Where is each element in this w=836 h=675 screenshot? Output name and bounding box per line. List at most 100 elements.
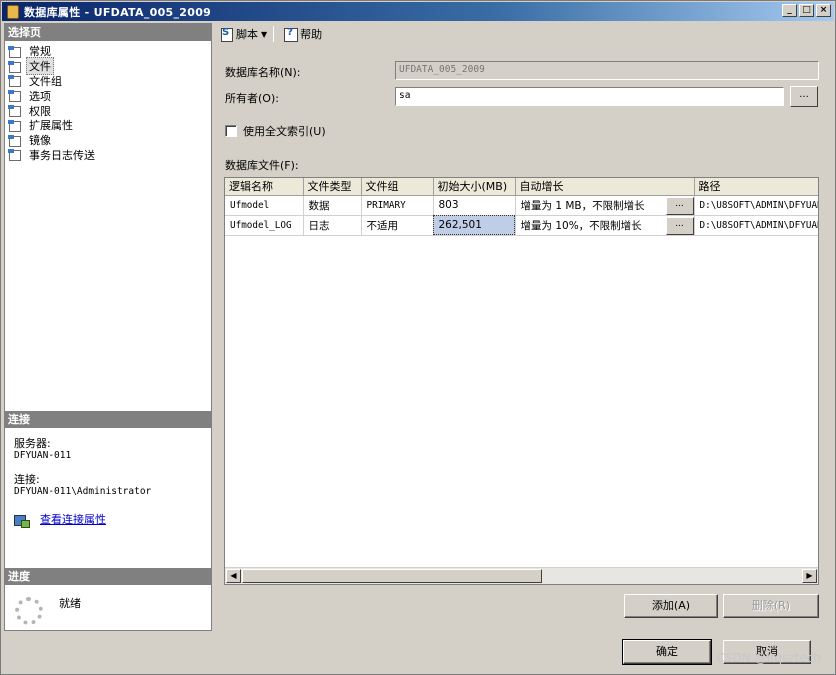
- page-label: 选项: [29, 89, 51, 103]
- page-item-log-shipping[interactable]: 事务日志传送: [8, 148, 211, 163]
- cell-autogrowth[interactable]: 增量为 1 MB，不限制增长 ...: [515, 195, 695, 216]
- horizontal-scrollbar[interactable]: ◀ ▶: [225, 567, 818, 584]
- page-icon: [8, 134, 21, 147]
- cell-autogrowth[interactable]: 增量为 10%，不限制增长 ...: [515, 215, 695, 236]
- database-icon: [7, 4, 19, 19]
- cell-initial-size[interactable]: 262,501: [433, 215, 516, 236]
- autogrowth-text: 增量为 10%，不限制增长: [520, 219, 642, 232]
- column-header-autogrowth[interactable]: 自动增长: [515, 178, 695, 196]
- db-name-label: 数据库名称(N):: [225, 66, 301, 79]
- script-label: 脚本: [236, 28, 258, 41]
- page-item-filegroups[interactable]: 文件组: [8, 74, 211, 89]
- page-label: 扩展属性: [29, 119, 73, 133]
- add-button[interactable]: 添加(A): [624, 594, 718, 618]
- view-connection-properties[interactable]: 查看连接属性: [14, 513, 203, 528]
- cell-path[interactable]: D:\U8SOFT\ADMIN\DFYUAN: [694, 195, 818, 216]
- autogrowth-text: 增量为 1 MB，不限制增长: [520, 199, 645, 212]
- page-label: 权限: [29, 104, 51, 118]
- scroll-left-icon[interactable]: ◀: [226, 569, 241, 583]
- table-row[interactable]: Ufmodel_LOG 日志 不适用 262,501 增量为 10%，不限制增长…: [225, 215, 818, 236]
- page-icon: [8, 75, 21, 88]
- server-value: DFYUAN-011: [14, 450, 72, 461]
- column-header-initial-size[interactable]: 初始大小(MB): [433, 178, 516, 196]
- script-icon: [219, 27, 233, 42]
- table-row[interactable]: Ufmodel 数据 PRIMARY 803 增量为 1 MB，不限制增长 ..…: [225, 195, 818, 216]
- progress-status: 就绪: [59, 597, 81, 610]
- page-icon: [8, 105, 21, 118]
- page-icon: [8, 60, 21, 73]
- page-item-files[interactable]: 文件: [8, 57, 211, 76]
- files-table: 逻辑名称 文件类型 文件组 初始大小(MB) 自动增长 路径 Ufmodel 数…: [225, 178, 818, 236]
- window-controls: _ □ ×: [782, 4, 831, 17]
- page-icon: [8, 90, 21, 103]
- page-item-permissions[interactable]: 权限: [8, 103, 211, 118]
- owner-field[interactable]: sa: [395, 87, 784, 106]
- cell-filegroup[interactable]: 不适用: [361, 215, 434, 236]
- db-files-label: 数据库文件(F):: [225, 159, 299, 172]
- column-header-file-type[interactable]: 文件类型: [303, 178, 362, 196]
- page-icon: [8, 119, 21, 132]
- page-label: 镜像: [29, 134, 51, 148]
- help-button[interactable]: 帮助: [280, 26, 325, 42]
- database-files-grid[interactable]: 逻辑名称 文件类型 文件组 初始大小(MB) 自动增长 路径 Ufmodel 数…: [224, 177, 819, 585]
- page-label: 事务日志传送: [29, 148, 95, 162]
- cell-path[interactable]: D:\U8SOFT\ADMIN\DFYUAN: [694, 215, 818, 236]
- page-item-extended-properties[interactable]: 扩展属性: [8, 118, 211, 133]
- cell-logical-name[interactable]: Ufmodel: [225, 195, 304, 216]
- files-page-content: 数据库名称(N): UFDATA_005_2009 所有者(O): sa ...…: [213, 45, 835, 633]
- cell-logical-name[interactable]: Ufmodel_LOG: [225, 215, 304, 236]
- connection-panel: 服务器: DFYUAN-011 连接: DFYUAN-011\Administr…: [5, 428, 211, 568]
- db-name-field: UFDATA_005_2009: [395, 61, 819, 80]
- column-header-path[interactable]: 路径: [694, 178, 818, 196]
- ok-button[interactable]: 确定: [622, 639, 712, 665]
- view-connection-link[interactable]: 查看连接属性: [40, 514, 106, 526]
- progress-panel: 就绪: [5, 585, 211, 625]
- cell-initial-size[interactable]: 803: [433, 195, 516, 216]
- window-title: 数据库属性 - UFDATA_005_2009: [24, 5, 212, 19]
- chevron-down-icon[interactable]: ▼: [261, 30, 267, 39]
- cell-filegroup[interactable]: PRIMARY: [361, 195, 434, 216]
- database-properties-dialog: 数据库属性 - UFDATA_005_2009 _ □ × 选择页 常规 文件 …: [0, 0, 836, 675]
- dialog-footer: 确定 取消 CSDN @ltqsztech: [1, 633, 835, 674]
- page-icon: [8, 149, 21, 162]
- progress-header: 进度: [5, 568, 211, 585]
- autogrowth-edit-button[interactable]: ...: [665, 196, 693, 214]
- scrollbar-thumb[interactable]: [242, 569, 542, 583]
- cell-file-type[interactable]: 日志: [303, 215, 362, 236]
- minimize-button[interactable]: _: [782, 4, 797, 17]
- toolbar: 脚本 ▼ 帮助: [213, 23, 835, 45]
- progress-spinner-icon: [15, 597, 43, 625]
- page-label: 文件组: [29, 75, 62, 88]
- autogrowth-edit-button[interactable]: ...: [665, 216, 693, 234]
- fulltext-label: 使用全文索引(U): [243, 125, 326, 138]
- server-label: 服务器:: [14, 437, 51, 450]
- page-icon: [8, 45, 21, 58]
- connection-value: DFYUAN-011\Administrator: [14, 486, 152, 497]
- close-button[interactable]: ×: [816, 4, 831, 17]
- select-page-header: 选择页: [5, 24, 211, 41]
- owner-label: 所有者(O):: [225, 92, 279, 105]
- title-bar: 数据库属性 - UFDATA_005_2009 _ □ ×: [2, 2, 834, 21]
- connection-properties-icon: [14, 513, 30, 528]
- fulltext-option[interactable]: 使用全文索引(U): [225, 123, 326, 139]
- page-list: 常规 文件 文件组 选项 权限 扩展属性 镜像 事务日志传送: [5, 41, 211, 411]
- scroll-right-icon[interactable]: ▶: [802, 569, 817, 583]
- page-item-mirroring[interactable]: 镜像: [8, 133, 211, 148]
- left-pane: 选择页 常规 文件 文件组 选项 权限 扩展属性 镜像 事务日志传送 连接 服务…: [4, 23, 212, 631]
- cancel-button[interactable]: 取消: [723, 640, 811, 664]
- cell-file-type[interactable]: 数据: [303, 195, 362, 216]
- help-label: 帮助: [300, 28, 323, 41]
- connection-label: 连接:: [14, 473, 40, 486]
- page-item-options[interactable]: 选项: [8, 88, 211, 103]
- connection-header: 连接: [5, 411, 211, 428]
- help-icon: [283, 27, 299, 42]
- remove-button[interactable]: 删除(R): [723, 594, 819, 618]
- column-header-logical-name[interactable]: 逻辑名称: [225, 178, 304, 196]
- script-button[interactable]: 脚本 ▼: [216, 26, 270, 42]
- owner-browse-button[interactable]: ...: [790, 86, 818, 107]
- fulltext-checkbox[interactable]: [225, 125, 237, 137]
- table-header-row: 逻辑名称 文件类型 文件组 初始大小(MB) 自动增长 路径: [225, 178, 818, 196]
- toolbar-separator: [273, 26, 275, 42]
- maximize-button[interactable]: □: [799, 4, 814, 17]
- column-header-filegroup[interactable]: 文件组: [361, 178, 434, 196]
